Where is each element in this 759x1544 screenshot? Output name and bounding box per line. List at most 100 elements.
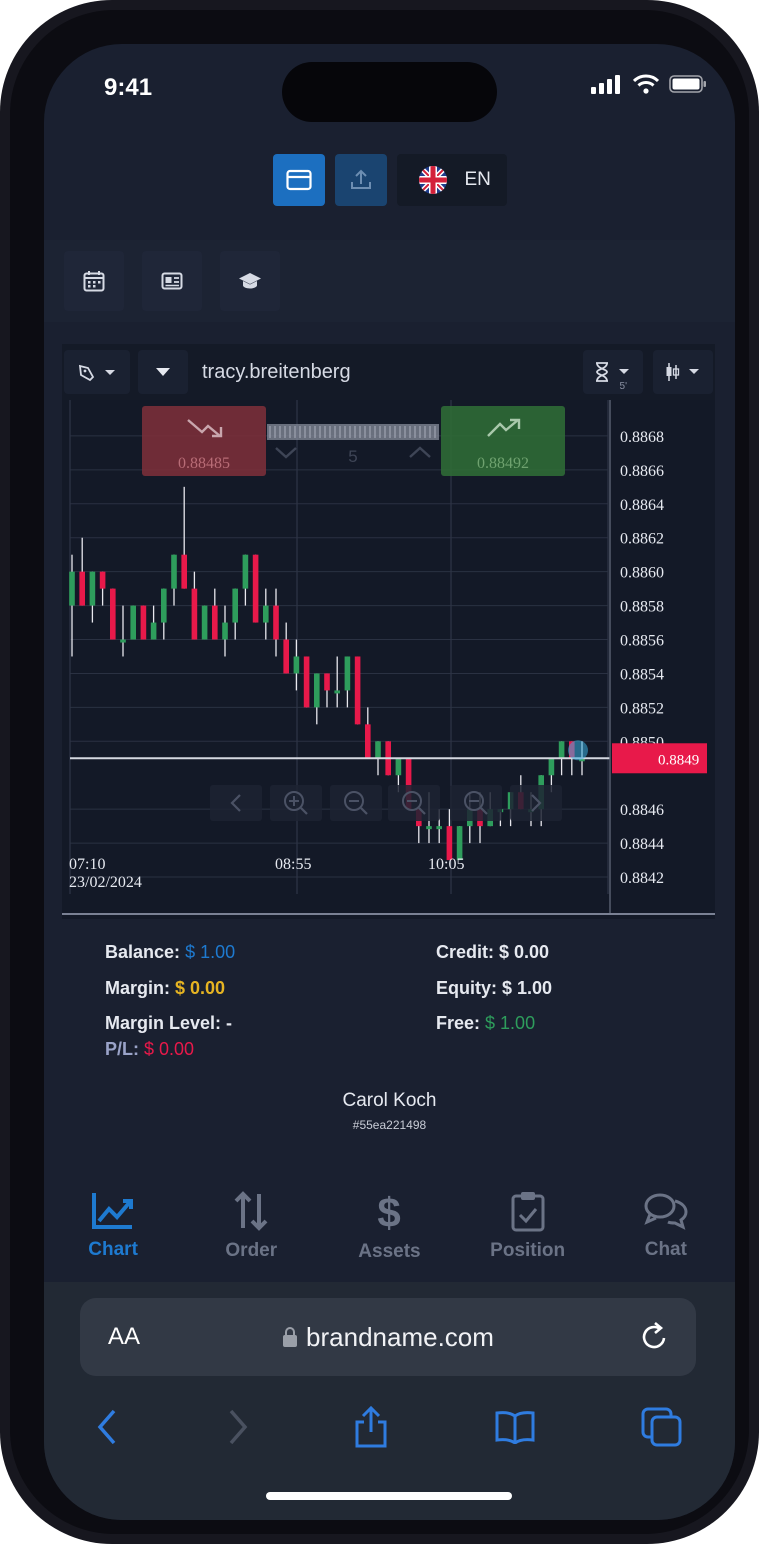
y-tick-label: 0.8858	[620, 599, 664, 616]
equity-label: Equity:	[436, 978, 497, 998]
withdraw-button[interactable]	[334, 154, 387, 206]
candle-body	[313, 673, 320, 708]
clipboard-icon	[511, 1192, 545, 1232]
x-tick-label: 07:10	[69, 856, 105, 873]
forward-icon[interactable]	[225, 1409, 249, 1445]
drawing-tools-button[interactable]	[64, 350, 130, 394]
chevron-left-control	[210, 785, 262, 821]
home-indicator	[266, 1492, 512, 1500]
share-icon[interactable]	[353, 1406, 389, 1448]
symbol-dropdown-button[interactable]	[138, 350, 188, 394]
newspaper-icon	[161, 272, 183, 290]
nav-order[interactable]: Order	[191, 1190, 311, 1262]
candle-body	[344, 656, 351, 691]
credit-value: $ 0.00	[499, 942, 550, 962]
deposit-button[interactable]	[272, 154, 325, 206]
user-id: #55ea221498	[352, 1118, 427, 1132]
plot-background	[62, 400, 715, 919]
balance-value: $ 1.00	[185, 942, 236, 962]
y-tick-label: 0.8862	[620, 531, 664, 548]
chart-icon	[92, 1193, 134, 1229]
nav-assets[interactable]: $ Assets	[329, 1189, 449, 1263]
margin-level-label: Margin Level:	[105, 1013, 222, 1033]
chat-icon	[644, 1193, 688, 1230]
tabs-icon[interactable]	[641, 1407, 683, 1447]
equity-row: Equity: $ 1.00	[436, 978, 552, 999]
y-tick-label: 0.8860	[620, 565, 664, 582]
browser-toolbar	[44, 1392, 735, 1462]
candle-body	[99, 571, 106, 589]
chart-type-button[interactable]	[653, 350, 713, 394]
battery-icon	[669, 75, 706, 93]
language-selector[interactable]: EN	[396, 154, 507, 206]
nav-chat[interactable]: Chat	[606, 1191, 726, 1261]
candle-body	[89, 571, 96, 606]
phone-frame: 9:41 EN tracy.breitenberg 5' 0.8868 0.88…	[0, 0, 759, 1544]
candlestick-chart[interactable]: 0.8868 0.8866 0.8864 0.8862 0.8860 0.8858 0.88…	[62, 400, 715, 919]
top-toolbar: EN	[44, 140, 735, 220]
candle-body	[548, 758, 555, 776]
news-button[interactable]	[142, 251, 202, 311]
education-button[interactable]	[220, 251, 280, 311]
status-time: 9:41	[104, 74, 153, 101]
zoom-in-control	[270, 785, 322, 821]
url-display: brandname.com	[80, 1322, 696, 1353]
candle-body	[160, 588, 167, 623]
screen: 9:41 EN tracy.breitenberg 5' 0.8868 0.88…	[44, 44, 735, 1520]
back-icon[interactable]	[96, 1409, 120, 1445]
nav-position-label: Position	[490, 1240, 566, 1261]
nav-position[interactable]: Position	[468, 1190, 588, 1262]
hourglass-icon	[596, 362, 629, 382]
y-tick-label: 0.8842	[620, 870, 664, 887]
y-tick-label: 0.8852	[620, 700, 664, 717]
timeframe-button[interactable]: 5'	[583, 350, 643, 394]
candle-body	[120, 639, 126, 643]
free-value: $ 1.00	[485, 1013, 536, 1033]
current-price-label: 0.8849	[658, 752, 699, 768]
tools-row	[44, 240, 735, 322]
y-tick-label: 0.8846	[620, 802, 664, 819]
pl-label: P/L:	[105, 1039, 139, 1059]
dollar-icon: $	[378, 1189, 401, 1233]
candle-body	[446, 826, 453, 861]
graduation-cap-icon	[239, 273, 261, 289]
x-tick-label: 10:05	[428, 856, 464, 873]
free-row: Free: $ 1.00	[436, 1013, 535, 1034]
reload-icon[interactable]	[640, 1320, 670, 1352]
chevron-down-icon	[156, 368, 170, 376]
candle-body	[375, 741, 381, 759]
language-label: EN	[464, 169, 491, 190]
uk-flag-icon	[418, 166, 447, 194]
wifi-icon	[633, 74, 659, 94]
buy-price: 0.88492	[477, 455, 529, 472]
x-tick-label: 08:55	[275, 856, 311, 873]
user-name: Carol Koch	[342, 1090, 437, 1111]
calendar-button[interactable]	[64, 251, 124, 311]
candle-body	[426, 826, 432, 830]
chart-panel: tracy.breitenberg 5' 0.8868 0.8866 0.8864 0…	[62, 344, 715, 919]
credit-row: Credit: $ 0.00	[436, 942, 549, 963]
candle-body	[324, 673, 330, 691]
credit-card-icon	[285, 169, 312, 191]
candle-body	[262, 605, 269, 623]
nav-chart[interactable]: Chart	[53, 1191, 173, 1261]
candle-body	[334, 690, 341, 694]
candle-body	[140, 605, 147, 640]
bookmarks-icon[interactable]	[494, 1410, 536, 1444]
price-chart[interactable]: 0.8868 0.8866 0.8864 0.8862 0.8860 0.8858 0.88…	[62, 400, 715, 919]
candle-body	[456, 826, 463, 861]
candlestick-icon	[666, 363, 699, 381]
url-text: brandname.com	[306, 1321, 494, 1352]
nav-order-label: Order	[225, 1240, 278, 1261]
current-price-glow	[568, 740, 588, 761]
candle-body	[242, 554, 249, 589]
x-tick-date: 23/02/2024	[69, 874, 142, 891]
candle-body	[252, 554, 259, 623]
margin-level-row: Margin Level: -	[105, 1013, 232, 1034]
address-bar[interactable]: AA brandname.com	[80, 1298, 696, 1376]
margin-value: $ 0.00	[175, 978, 226, 998]
y-tick-label: 0.8856	[620, 633, 664, 650]
candle-body	[354, 656, 361, 725]
timeframe-label: 5'	[619, 381, 627, 392]
candle-body	[283, 639, 290, 674]
